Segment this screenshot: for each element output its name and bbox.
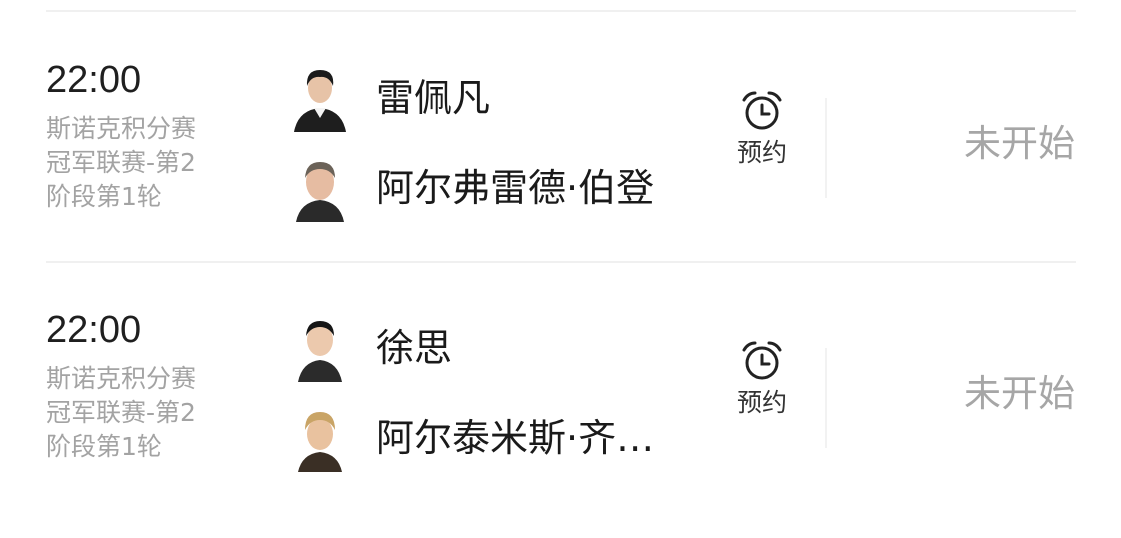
- player-home[interactable]: 徐思: [292, 312, 452, 384]
- player-avatar[interactable]: [292, 154, 348, 222]
- person-photo-icon: [294, 70, 346, 132]
- player-avatar[interactable]: [292, 64, 348, 132]
- reminder-label: 预约: [736, 138, 787, 167]
- event-line: 冠军联赛-第2: [46, 398, 196, 427]
- event-line: 斯诺克积分赛: [46, 114, 197, 143]
- alarm-clock-icon: [742, 91, 782, 130]
- reminder-button[interactable]: 预约: [722, 88, 802, 168]
- player-away[interactable]: 阿尔弗雷德·伯登: [292, 152, 654, 224]
- match-row[interactable]: 22:00 斯诺克积分赛 冠军联赛-第2 阶段第1轮 徐思 阿尔泰米斯·齐… 预…: [0, 308, 1121, 538]
- player-name[interactable]: 阿尔泰米斯·齐…: [376, 415, 654, 461]
- column-separator: [825, 348, 827, 448]
- player-name[interactable]: 徐思: [376, 325, 452, 371]
- reminder-label: 预约: [736, 388, 787, 417]
- event-line: 阶段第1轮: [46, 432, 162, 461]
- match-time: 22:00: [46, 59, 142, 101]
- match-row[interactable]: 22:00 斯诺克积分赛 冠军联赛-第2 阶段第1轮 雷佩凡 阿尔弗雷德·伯登: [0, 58, 1121, 288]
- list-divider: [46, 261, 1076, 263]
- list-divider: [46, 10, 1076, 12]
- event-line: 阶段第1轮: [46, 182, 162, 211]
- person-photo-icon: [296, 162, 344, 222]
- player-avatar[interactable]: [292, 314, 348, 382]
- event-name: 斯诺克积分赛 冠军联赛-第2 阶段第1轮: [46, 112, 236, 214]
- player-name[interactable]: 雷佩凡: [376, 75, 490, 121]
- match-status: 未开始: [964, 122, 1075, 165]
- player-home[interactable]: 雷佩凡: [292, 62, 490, 134]
- event-name: 斯诺克积分赛 冠军联赛-第2 阶段第1轮: [46, 362, 236, 464]
- event-line: 斯诺克积分赛: [46, 364, 197, 393]
- match-time: 22:00: [46, 309, 142, 351]
- player-name[interactable]: 阿尔弗雷德·伯登: [376, 165, 654, 211]
- alarm-clock-icon: [742, 341, 782, 380]
- event-line: 冠军联赛-第2: [46, 148, 196, 177]
- reminder-button[interactable]: 预约: [722, 338, 802, 418]
- player-away[interactable]: 阿尔泰米斯·齐…: [292, 402, 654, 474]
- match-status: 未开始: [964, 372, 1075, 415]
- person-photo-icon: [298, 321, 342, 382]
- column-separator: [825, 98, 827, 198]
